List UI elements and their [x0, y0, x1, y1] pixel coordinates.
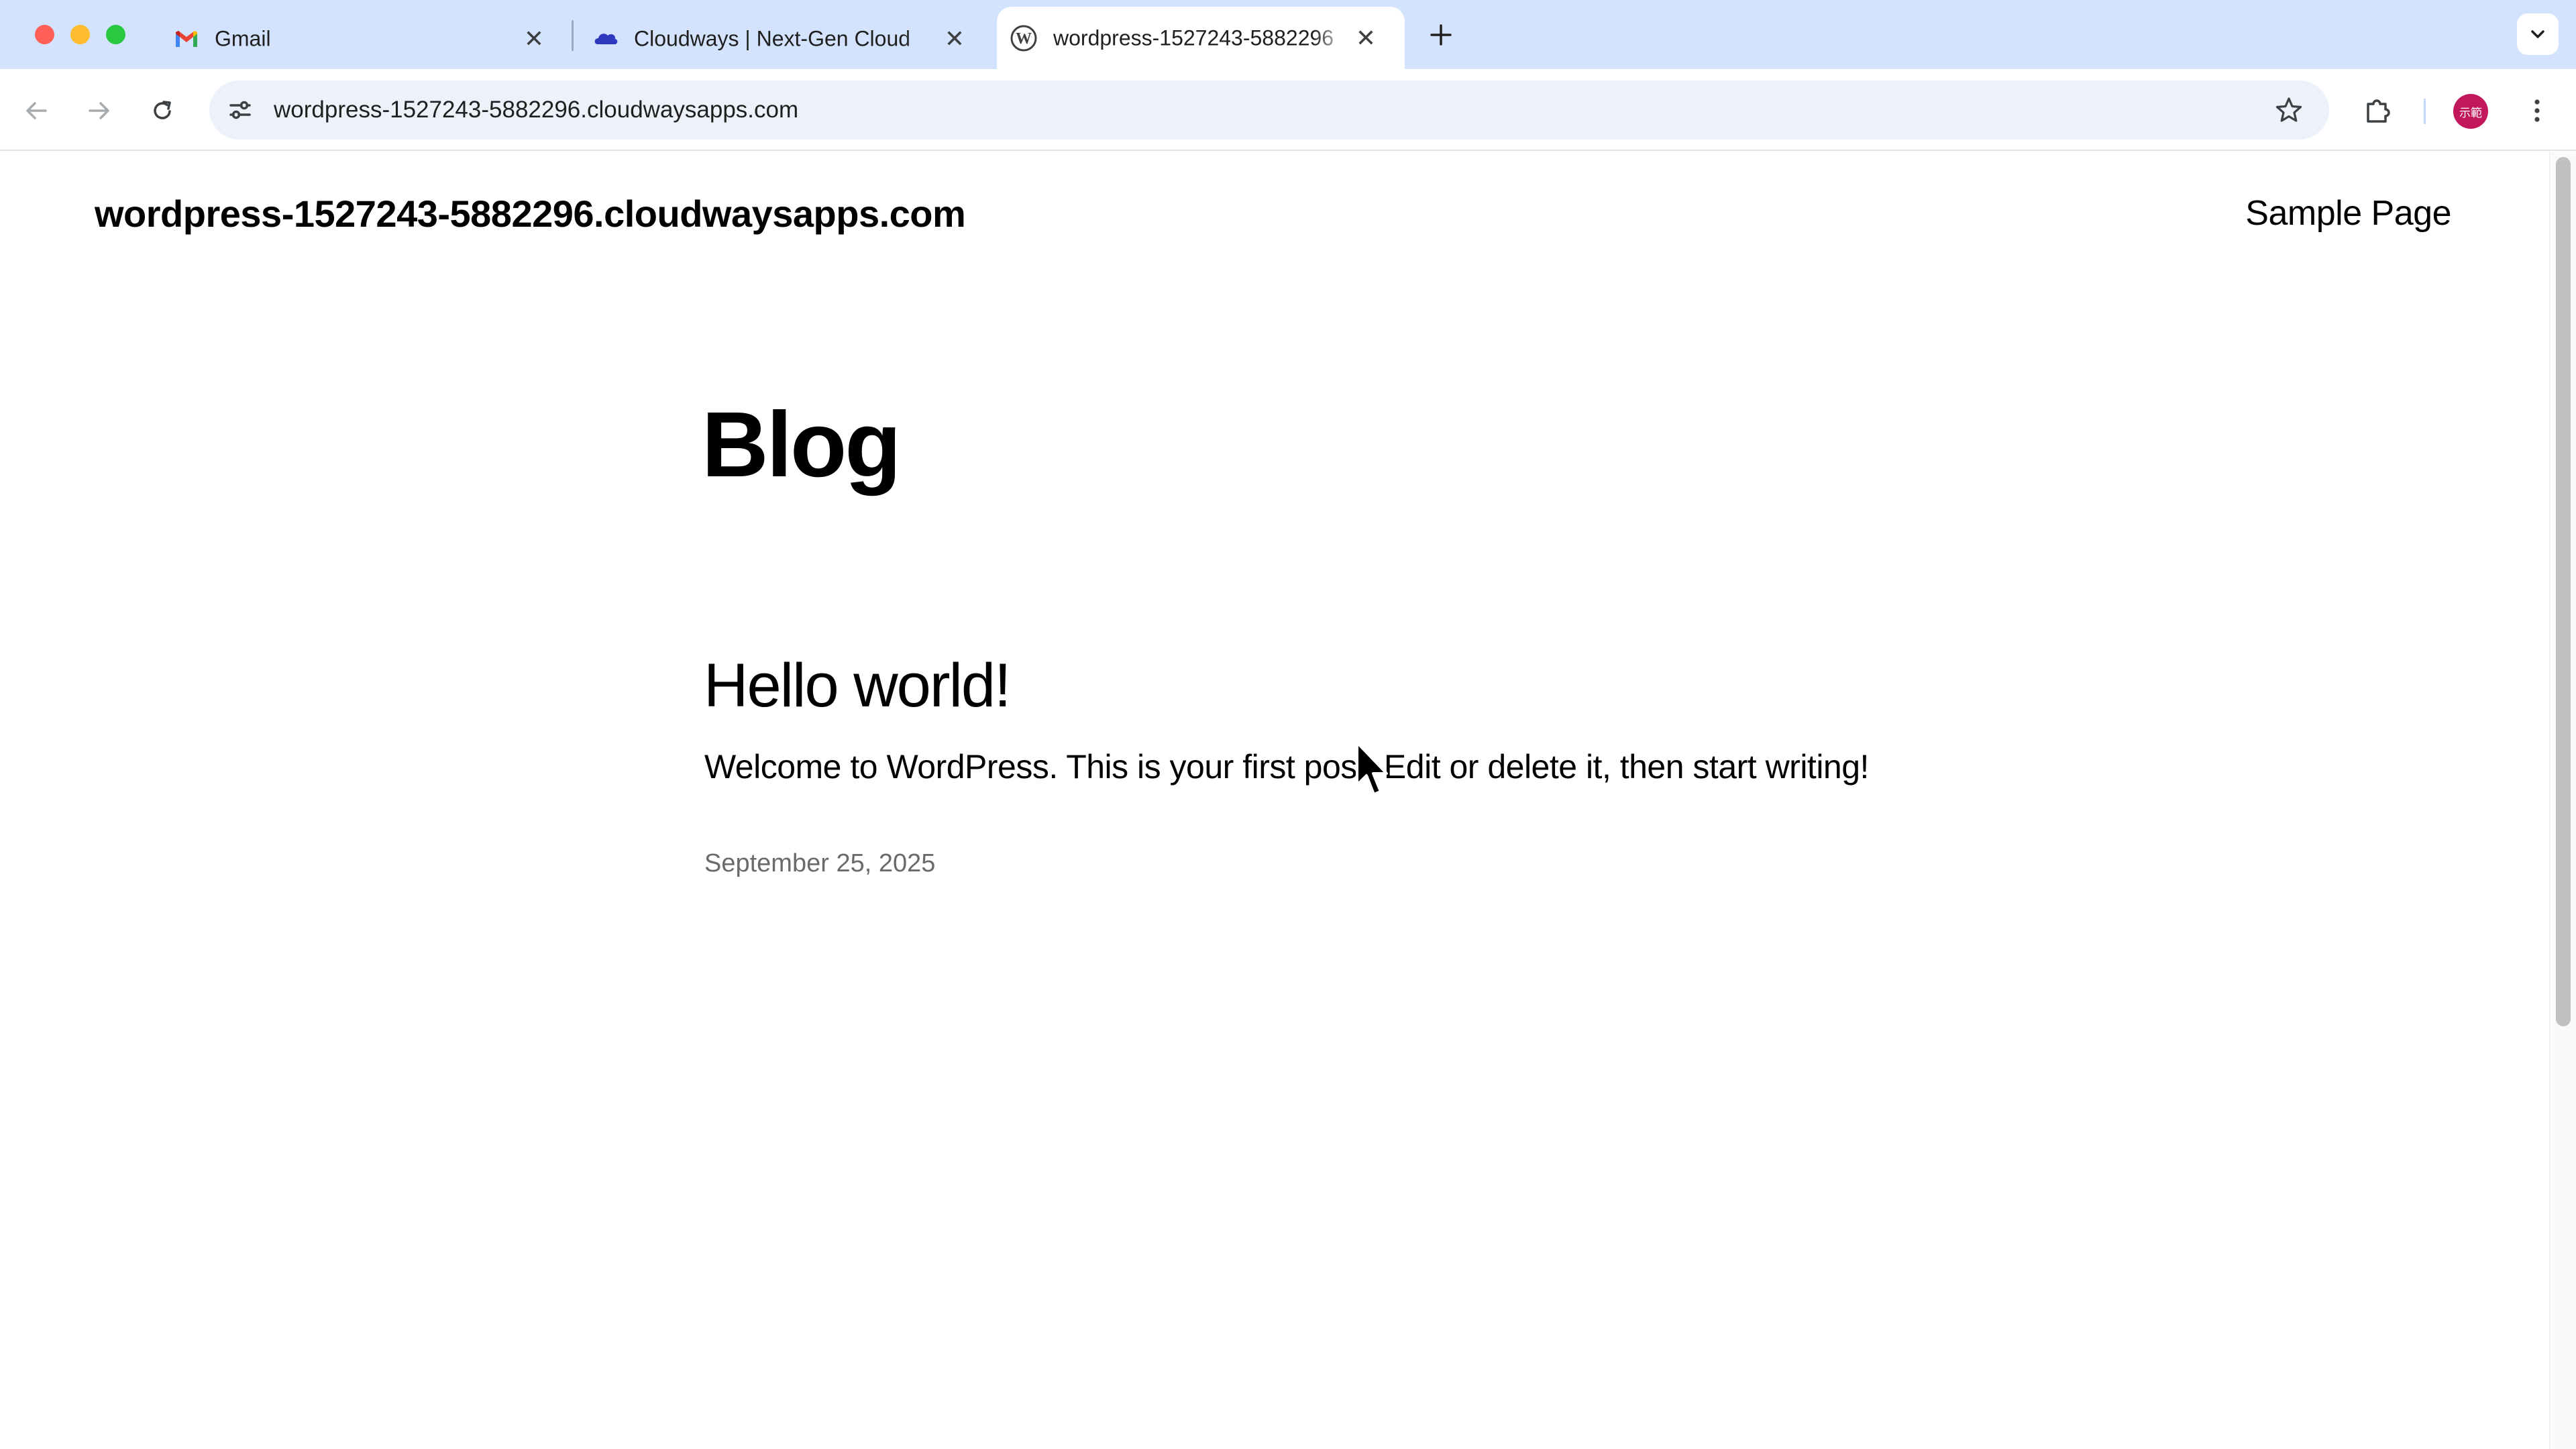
site-title-link[interactable]: wordpress-1527243-5882296.cloudwaysapps.… — [95, 192, 966, 235]
page-scrollbar[interactable] — [2549, 152, 2576, 1449]
wordpress-icon: W — [1010, 25, 1037, 52]
address-bar[interactable]: wordpress-1527243-5882296.cloudwaysapps.… — [209, 80, 2329, 140]
mouse-cursor-icon — [1356, 741, 1388, 796]
url-text[interactable]: wordpress-1527243-5882296.cloudwaysapps.… — [274, 97, 798, 123]
nav-sample-page-link[interactable]: Sample Page — [2245, 193, 2451, 233]
close-tab-icon[interactable]: ✕ — [941, 25, 968, 52]
minimize-window-button[interactable] — [70, 25, 90, 44]
post-excerpt: Welcome to WordPress. This is your first… — [704, 748, 1869, 786]
toolbar-separator — [2424, 99, 2426, 124]
tab-gmail[interactable]: Gmail ✕ — [173, 8, 555, 69]
more-vertical-icon — [2534, 99, 2540, 122]
post-date-link[interactable]: September 25, 2025 — [704, 849, 935, 878]
site-info-icon[interactable] — [225, 95, 255, 125]
plus-icon — [1430, 24, 1452, 46]
browser-toolbar: wordpress-1527243-5882296.cloudwaysapps.… — [0, 69, 2576, 151]
page-viewport: wordpress-1527243-5882296.cloudwaysapps.… — [0, 152, 2549, 1449]
cloudways-icon — [592, 25, 619, 52]
close-tab-icon[interactable]: ✕ — [521, 25, 547, 52]
gmail-icon — [173, 25, 200, 52]
post-title-link[interactable]: Hello world! — [704, 651, 1012, 721]
browser-menu-button[interactable] — [2520, 93, 2555, 128]
maximize-window-button[interactable] — [106, 25, 125, 44]
bookmark-star-icon[interactable] — [2273, 94, 2305, 126]
puzzle-icon — [2367, 99, 2390, 123]
tab-wordpress[interactable]: W wordpress-1527243-5882296 ✕ — [997, 7, 1405, 69]
tab-title: Cloudways | Next-Gen Cloud — [634, 26, 911, 50]
svg-text:W: W — [1016, 30, 1032, 48]
close-tab-icon[interactable]: ✕ — [1352, 24, 1379, 52]
tab-cloudways[interactable]: Cloudways | Next-Gen Cloud ✕ — [592, 8, 975, 69]
back-button[interactable] — [19, 93, 54, 128]
scrollbar-thumb[interactable] — [2556, 157, 2571, 1026]
forward-button[interactable] — [82, 93, 117, 128]
page-title: Blog — [702, 393, 902, 496]
tab-separator — [572, 20, 574, 51]
extensions-button[interactable] — [2360, 93, 2395, 128]
tab-title: wordpress-1527243-5882296 — [1053, 25, 1334, 50]
tab-title: Gmail — [215, 26, 271, 50]
reload-icon — [154, 101, 171, 119]
new-tab-button[interactable] — [1426, 20, 1456, 50]
reload-button[interactable] — [145, 93, 180, 128]
arrow-left-icon — [26, 102, 47, 119]
close-window-button[interactable] — [35, 25, 54, 44]
tab-search-button[interactable] — [2517, 13, 2559, 55]
chevron-down-icon — [2531, 30, 2544, 38]
arrow-right-icon — [89, 102, 109, 119]
tab-strip: Gmail ✕ Cloudways | Next-Gen Cloud ✕ W w… — [0, 0, 2576, 69]
profile-avatar[interactable]: 示範 — [2453, 94, 2488, 129]
